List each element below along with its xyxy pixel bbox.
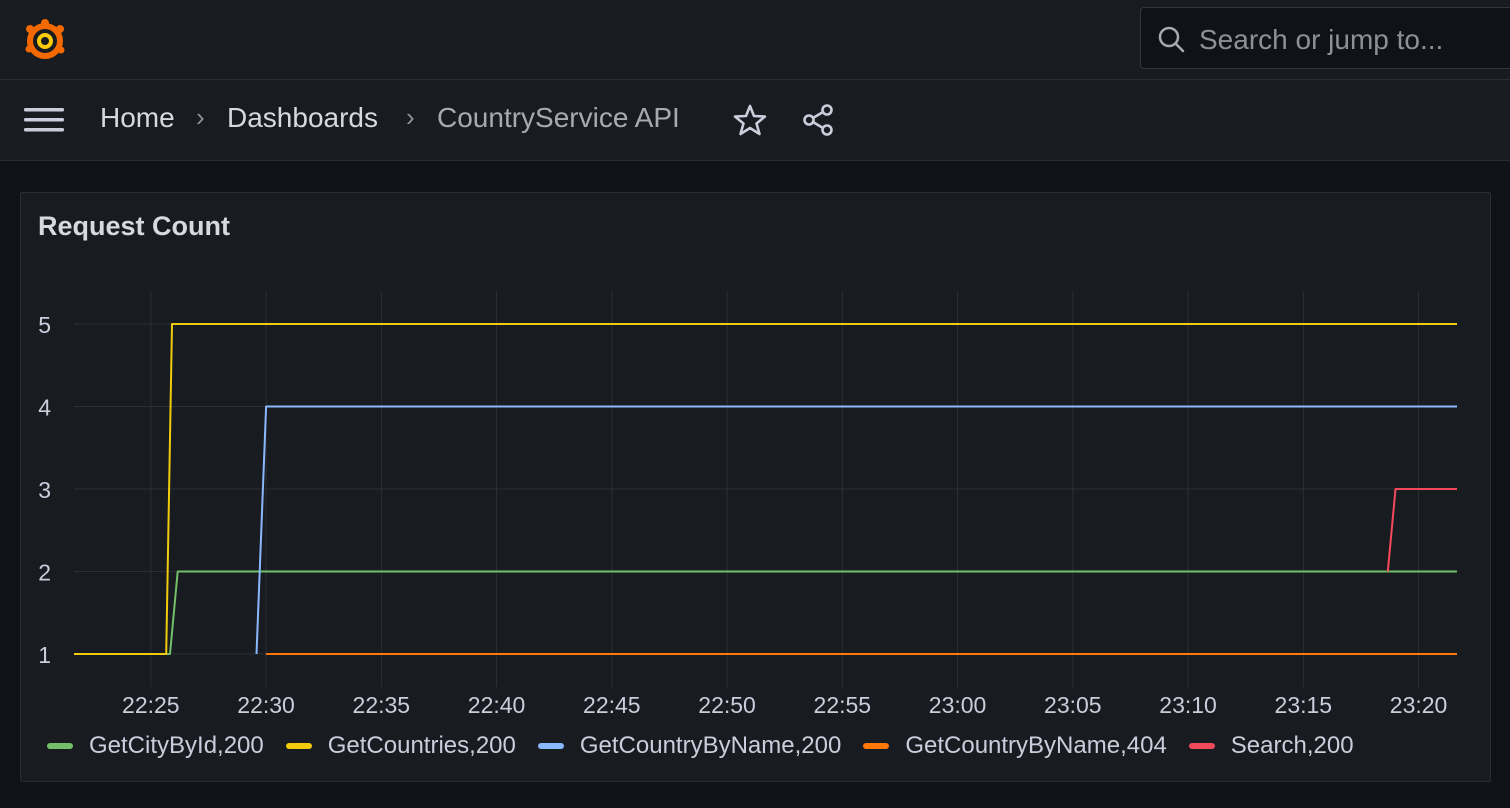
x-tick-label: 22:25	[122, 692, 180, 718]
x-tick-label: 22:40	[468, 692, 526, 718]
grafana-logo-icon[interactable]	[20, 14, 70, 64]
breadcrumb-separator: ›	[406, 102, 415, 132]
search-icon	[1158, 26, 1185, 53]
legend-swatch	[1188, 743, 1215, 749]
legend-item[interactable]: GetCountryByName,200	[537, 732, 842, 760]
x-tick-label: 23:15	[1275, 692, 1333, 718]
x-tick-label: 23:05	[1044, 692, 1102, 718]
y-tick-label: 1	[38, 642, 51, 668]
search-placeholder: Search or jump to...	[1199, 24, 1444, 55]
request-count-chart: 1 2 3 4 5 22:25 22:30 22:35 22:40 22:45 22:50 22:55…	[38, 291, 1457, 718]
series-line	[74, 570, 1457, 655]
x-tick-label: 22:50	[698, 692, 756, 718]
legend-item[interactable]: Search,200	[1188, 732, 1354, 760]
legend-label: GetCountryByName,404	[905, 732, 1167, 759]
request-count-panel[interactable]: Request Count 1 2 3 4 5 22:25 22:30 22:35 22:40 2…	[20, 192, 1491, 782]
star-icon[interactable]	[732, 102, 768, 138]
y-tick-label: 5	[38, 312, 51, 338]
legend-label: GetCityById,200	[89, 732, 264, 759]
top-bar: Search or jump to...	[0, 0, 1510, 80]
breadcrumb-current-dashboard: CountryService API	[437, 102, 680, 133]
x-tick-label: 23:20	[1390, 692, 1448, 718]
legend-swatch	[537, 743, 564, 749]
chart-legend: GetCityById,200 GetCountries,200 GetCountr…	[47, 731, 1376, 761]
x-tick-label: 23:10	[1159, 692, 1217, 718]
share-icon[interactable]	[800, 102, 836, 138]
legend-item[interactable]: GetCityById,200	[47, 732, 264, 760]
legend-item[interactable]: GetCountryByName,404	[863, 732, 1167, 760]
x-tick-label: 22:55	[814, 692, 872, 718]
breadcrumb-bar: Home › Dashboards › CountryService API	[0, 80, 1510, 161]
breadcrumb-home[interactable]: Home	[100, 102, 175, 134]
x-tick-label: 22:30	[237, 692, 295, 718]
hamburger-menu-icon[interactable]	[22, 102, 66, 138]
x-tick-label: 23:00	[929, 692, 987, 718]
y-tick-label: 2	[38, 560, 51, 586]
legend-swatch	[285, 743, 312, 749]
x-tick-label: 22:35	[353, 692, 411, 718]
legend-label: Search,200	[1230, 732, 1354, 759]
legend-label: GetCountries,200	[327, 732, 516, 759]
legend-swatch	[47, 743, 73, 749]
series-line	[1386, 488, 1457, 572]
y-tick-label: 4	[38, 395, 51, 421]
y-tick-label: 3	[38, 477, 51, 503]
search-input[interactable]: Search or jump to...	[1140, 7, 1510, 69]
series-line	[255, 405, 1457, 655]
x-tick-label: 22:45	[583, 692, 641, 718]
legend-label: GetCountryByName,200	[579, 732, 842, 759]
legend-swatch	[863, 743, 890, 749]
breadcrumb-dashboards[interactable]: Dashboards	[227, 102, 378, 134]
breadcrumb-separator: ›	[196, 102, 205, 132]
legend-item[interactable]: GetCountries,200	[285, 732, 516, 760]
